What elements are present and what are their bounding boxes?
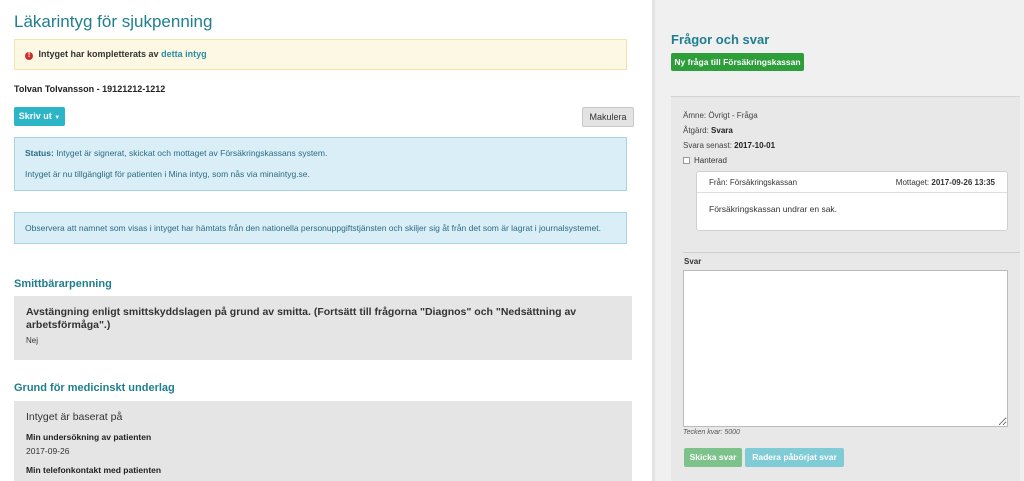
caret-down-icon: ▼ [54,115,61,121]
subject-value: Övrigt - Fråga [708,111,758,120]
answer-label: Svar [684,257,702,266]
section-title-grund: Grund för medicinskt underlag [14,382,175,394]
smitt-block: Avstängning enligt smittskyddslagen på g… [14,296,632,360]
divider [683,252,1020,253]
message-from: Från: Försäkringskassan [709,178,798,187]
message-body: Försäkringskassan undrar en sak. [709,204,838,214]
status-box: Status: Intyget är signerat, skickat och… [14,137,627,191]
print-button[interactable]: Skriv ut ▼ [14,107,65,126]
smitt-question: Avstängning enligt smittskyddslagen på g… [26,306,577,331]
action-row: Åtgärd: Svara [683,126,733,135]
status-text: Intyget är signerat, skickat och mottage… [56,148,328,158]
deadline-row: Svara senast: 2017-10-01 [683,141,775,150]
status-label: Status: [25,148,54,158]
grund-item1-label: Min undersökning av patienten [26,432,152,442]
smitt-answer: Nej [26,336,39,345]
handled-label: Hanterad [694,156,727,165]
subject-label: Ämne: [683,111,707,120]
action-label: Åtgärd: [683,126,709,135]
handled-row: Hanterad [683,156,727,165]
grund-item1-value: 2017-09-26 [26,446,70,456]
subject-row: Ämne: Övrigt - Fråga [683,111,758,120]
warning-link[interactable]: detta intyg [161,49,207,59]
message-received: Mottaget: 2017-09-26 13:35 [896,178,995,187]
new-question-button[interactable]: Ny fråga till Försäkringskassan [671,53,804,71]
availability-text: Intyget är nu tillgängligt för patienten… [25,169,310,179]
page-title: Läkarintyg för sjukpenning [14,12,213,31]
action-value: Svara [711,126,733,135]
send-answer-button[interactable]: Skicka svar [684,448,742,467]
section-title-smitt: Smittbärarpenning [14,278,112,290]
completion-warning: ! Intyget har kompletterats av detta int… [14,39,627,70]
cancel-certificate-button[interactable]: Makulera [582,107,634,127]
name-notice: Observera att namnet som visas i intyget… [14,212,627,244]
exclamation-circle-icon: ! [25,52,33,60]
delete-draft-button[interactable]: Radera påbörjat svar [745,448,844,467]
answer-textarea[interactable] [683,270,1008,427]
message-card: Från: Försäkringskassan Mottaget: 2017-0… [696,171,1008,231]
message-header: Från: Försäkringskassan Mottaget: 2017-0… [697,172,1007,193]
handled-checkbox[interactable] [683,157,690,164]
deadline-value: 2017-10-01 [734,141,776,150]
grund-item2-label: Min telefonkontakt med patienten [26,465,162,475]
warning-text: Intyget har kompletterats av [38,49,159,59]
certificate-panel: Läkarintyg för sjukpenning ! Intyget har… [0,0,652,481]
qa-title: Frågor och svar [671,32,770,47]
print-button-label: Skriv ut [18,111,52,121]
received-value: 2017-09-26 13:35 [931,178,995,187]
grund-heading: Intyget är baserat på [26,411,123,423]
grund-block: Intyget är baserat på Min undersökning a… [14,401,632,481]
chars-left: Tecken kvar: 5000 [683,429,740,436]
received-label: Mottaget: [895,178,930,187]
patient-name: Tolvan Tolvansson - 19121212-1212 [14,84,166,94]
deadline-label: Svara senast: [683,141,732,150]
